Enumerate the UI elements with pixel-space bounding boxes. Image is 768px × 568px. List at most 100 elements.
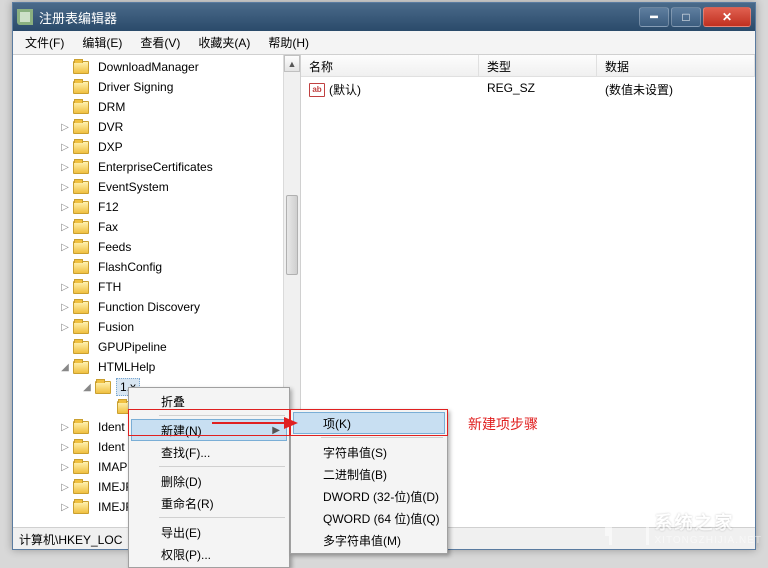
string-value-icon: ab	[309, 83, 325, 97]
tree-item-label: Function Discovery	[94, 298, 204, 316]
watermark: 系统之家 XITONGZHIJIA.NET	[609, 509, 763, 546]
minimize-button[interactable]: ━	[639, 7, 669, 27]
folder-icon	[73, 481, 89, 494]
close-button[interactable]: ✕	[703, 7, 751, 27]
scroll-up-button[interactable]: ▲	[284, 55, 300, 72]
tree-item-label: EnterpriseCertificates	[94, 158, 217, 176]
menu-edit[interactable]: 编辑(E)	[74, 31, 130, 54]
ctx-collapse[interactable]: 折叠	[131, 390, 287, 412]
tree-item[interactable]: ▷Fusion	[21, 317, 298, 337]
tree-item[interactable]: ▷EventSystem	[21, 177, 298, 197]
tree-item[interactable]: ▷FlashConfig	[21, 257, 298, 277]
tree-item[interactable]: ▷ Function Discovery	[21, 297, 298, 317]
expand-icon[interactable]: ▷	[59, 421, 71, 433]
ctx-find[interactable]: 查找(F)...	[131, 441, 287, 463]
tree-item[interactable]: ▷Driver Signing	[21, 77, 298, 97]
ctx-new-qword[interactable]: QWORD (64 位)值(Q)	[293, 507, 445, 529]
expand-icon[interactable]: ▷	[59, 441, 71, 453]
folder-icon	[73, 301, 89, 314]
tree-item-label: DXP	[94, 138, 127, 156]
tree-item-label: DVR	[94, 118, 127, 136]
tree-item-label: GPUPipeline	[94, 338, 171, 356]
collapse-icon[interactable]: ◢	[59, 361, 71, 373]
folder-icon	[73, 461, 89, 474]
col-data[interactable]: 数据	[597, 55, 755, 76]
expand-icon[interactable]: ▷	[59, 181, 71, 193]
column-header[interactable]: 名称 类型 数据	[301, 55, 755, 77]
folder-icon	[73, 281, 89, 294]
ctx-permissions[interactable]: 权限(P)...	[131, 543, 287, 565]
tree-item-label: F12	[94, 198, 123, 216]
ctx-rename[interactable]: 重命名(R)	[131, 492, 287, 514]
tree-item-label: FlashConfig	[94, 258, 166, 276]
folder-icon	[73, 121, 89, 134]
tree-item[interactable]: ▷DownloadManager	[21, 57, 298, 77]
submenu-arrow-icon: ▶	[272, 425, 280, 436]
scroll-thumb[interactable]	[286, 195, 298, 275]
value-row[interactable]: ab (默认) REG_SZ (数值未设置)	[301, 77, 755, 102]
new-submenu: 项(K) 字符串值(S) 二进制值(B) DWORD (32-位)值(D) QW…	[290, 409, 448, 554]
folder-icon	[73, 261, 89, 274]
tree-item[interactable]: ▷ F12	[21, 197, 298, 217]
ctx-new-string[interactable]: 字符串值(S)	[293, 441, 445, 463]
tree-item[interactable]: ▷DRM	[21, 97, 298, 117]
expand-icon[interactable]: ▷	[59, 481, 71, 493]
folder-icon	[73, 361, 89, 374]
titlebar[interactable]: 注册表编辑器 ━ □ ✕	[13, 3, 755, 31]
tree-item-label: HTMLHelp	[94, 358, 159, 376]
tree-item-label: Feeds	[94, 238, 135, 256]
watermark-brand: 系统之家	[655, 509, 763, 535]
ctx-delete[interactable]: 删除(D)	[131, 470, 287, 492]
expand-icon[interactable]: ▷	[59, 161, 71, 173]
tree-item[interactable]: ▷FTH	[21, 277, 298, 297]
folder-icon	[73, 321, 89, 334]
tree-item[interactable]: ▷GPUPipeline	[21, 337, 298, 357]
expand-icon[interactable]: ▷	[59, 241, 71, 253]
folder-icon	[73, 81, 89, 94]
collapse-icon[interactable]: ◢	[81, 381, 93, 393]
expand-icon[interactable]: ▷	[59, 201, 71, 213]
folder-icon	[73, 61, 89, 74]
tree-item[interactable]: ▷ DXP	[21, 137, 298, 157]
tree-item[interactable]: ▷ DVR	[21, 117, 298, 137]
ctx-new[interactable]: 新建(N) ▶	[131, 419, 287, 441]
value-data: (数值未设置)	[597, 79, 755, 100]
tree-item[interactable]: ▷ Feeds	[21, 237, 298, 257]
ctx-new-multistring[interactable]: 多字符串值(M)	[293, 529, 445, 551]
menu-help[interactable]: 帮助(H)	[260, 31, 317, 54]
expand-icon[interactable]: ▷	[59, 121, 71, 133]
context-menu: 折叠 新建(N) ▶ 查找(F)... 删除(D) 重命名(R) 导出(E) 权…	[128, 387, 290, 568]
folder-icon	[73, 141, 89, 154]
expand-icon[interactable]: ▷	[59, 301, 71, 313]
value-name: (默认)	[329, 81, 361, 98]
folder-icon	[73, 241, 89, 254]
expand-icon[interactable]: ▷	[59, 321, 71, 333]
tree-item-label: Ident	[94, 418, 129, 436]
ctx-new-binary[interactable]: 二进制值(B)	[293, 463, 445, 485]
folder-icon	[73, 161, 89, 174]
tree-item[interactable]: ◢ HTMLHelp	[21, 357, 298, 377]
menu-favorites[interactable]: 收藏夹(A)	[190, 31, 258, 54]
maximize-button[interactable]: □	[671, 7, 701, 27]
expand-icon[interactable]: ▷	[59, 501, 71, 513]
expand-icon[interactable]: ▷	[59, 221, 71, 233]
watermark-url: XITONGZHIJIA.NET	[655, 535, 763, 546]
expand-icon[interactable]: ▷	[59, 281, 71, 293]
expand-icon[interactable]: ▷	[59, 141, 71, 153]
menu-view[interactable]: 查看(V)	[132, 31, 188, 54]
col-type[interactable]: 类型	[479, 55, 597, 76]
folder-icon	[73, 501, 89, 514]
folder-icon	[73, 201, 89, 214]
tree-item[interactable]: ▷ EnterpriseCertificates	[21, 157, 298, 177]
ctx-new-dword[interactable]: DWORD (32-位)值(D)	[293, 485, 445, 507]
menu-file[interactable]: 文件(F)	[17, 31, 72, 54]
tree-item-label: DRM	[94, 98, 129, 116]
folder-icon	[95, 381, 111, 394]
tree-item[interactable]: ▷ Fax	[21, 217, 298, 237]
tree-item-label: Ident	[94, 438, 129, 456]
tree-item-label: Fax	[94, 218, 122, 236]
ctx-new-key[interactable]: 项(K)	[293, 412, 445, 434]
expand-icon[interactable]: ▷	[59, 461, 71, 473]
col-name[interactable]: 名称	[301, 55, 479, 76]
ctx-export[interactable]: 导出(E)	[131, 521, 287, 543]
